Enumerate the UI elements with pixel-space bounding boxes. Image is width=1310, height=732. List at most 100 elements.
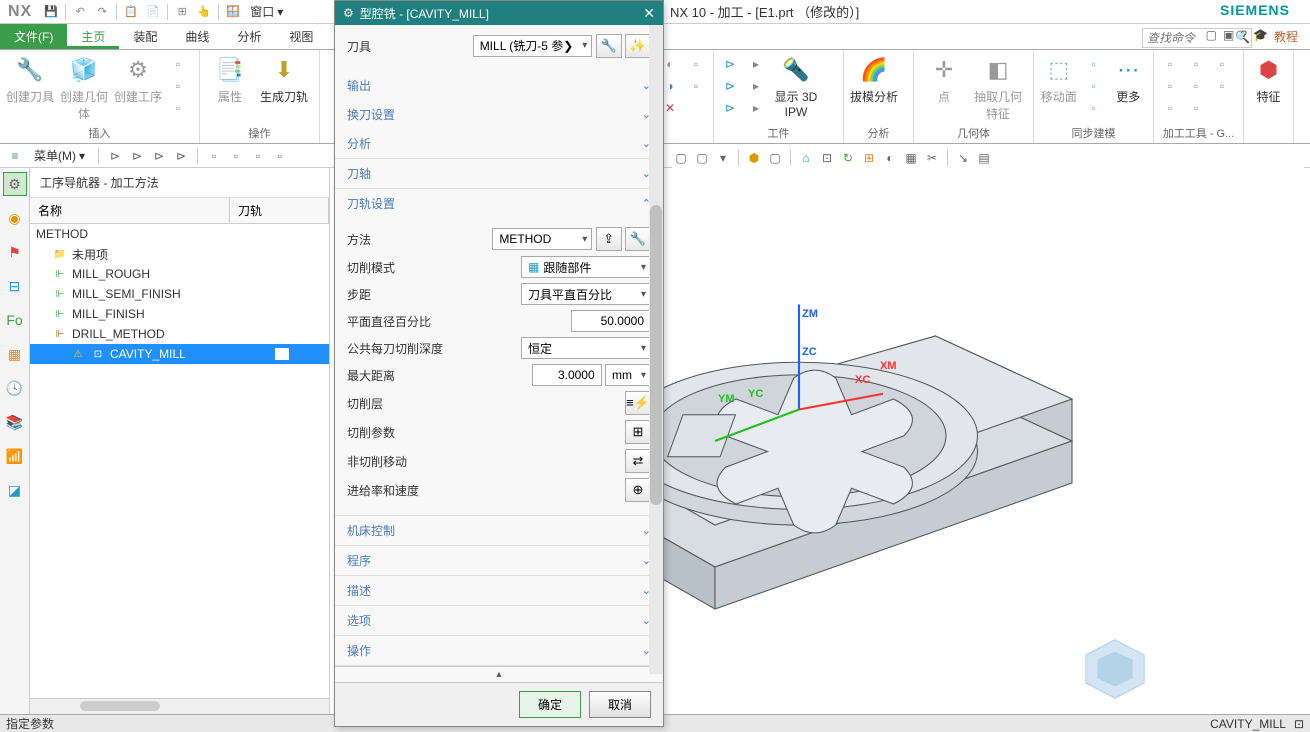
- tree-mill-finish[interactable]: ⊩MILL_FINISH: [30, 304, 329, 324]
- tab-home[interactable]: 主页: [67, 24, 119, 49]
- menu-icon[interactable]: ≡: [6, 147, 24, 165]
- wp-small-1[interactable]: ⊳: [720, 54, 740, 74]
- method-inherit-icon[interactable]: ⇪: [596, 227, 622, 251]
- window-icon[interactable]: 🪟: [223, 2, 243, 22]
- point-button[interactable]: ✛点: [920, 54, 968, 105]
- small-btn-1[interactable]: ▫: [168, 54, 188, 74]
- tb-i5[interactable]: ▫: [205, 147, 223, 165]
- vt-wire-icon[interactable]: ▦: [902, 149, 920, 167]
- tab-view[interactable]: 视图: [275, 24, 327, 49]
- common-depth-select[interactable]: 恒定: [521, 337, 651, 359]
- touch-icon[interactable]: 👆: [194, 2, 214, 22]
- create-geometry-button[interactable]: 🧊创建几何体: [60, 54, 108, 122]
- cancel-button[interactable]: 取消: [589, 691, 651, 718]
- vt-home-icon[interactable]: ⌂: [797, 149, 815, 167]
- section-path-settings[interactable]: 刀轨设置⌃: [335, 189, 663, 218]
- vt-arrow-icon[interactable]: ↘: [954, 149, 972, 167]
- cut-params-button[interactable]: ⊞: [625, 420, 651, 444]
- window-menu[interactable]: 窗口 ▾: [244, 1, 289, 22]
- flat-dia-input[interactable]: [571, 310, 651, 332]
- vt-rotate-icon[interactable]: ↻: [839, 149, 857, 167]
- vt-5[interactable]: ▢: [766, 149, 784, 167]
- rail-stack-icon[interactable]: ◪: [3, 478, 27, 502]
- tb-i6[interactable]: ▫: [227, 147, 245, 165]
- tree-mill-rough[interactable]: ⊩MILL_ROUGH: [30, 264, 329, 284]
- tab-curve[interactable]: 曲线: [171, 24, 223, 49]
- tb-i7[interactable]: ▫: [249, 147, 267, 165]
- rail-wifi-icon[interactable]: 📶: [3, 444, 27, 468]
- vt-fit-icon[interactable]: ⊡: [818, 149, 836, 167]
- sync-s3[interactable]: ▫: [1084, 98, 1104, 118]
- tb-i8[interactable]: ▫: [271, 147, 289, 165]
- tab-file[interactable]: 文件(F): [0, 24, 67, 49]
- layout1-icon[interactable]: ▢: [1206, 28, 1217, 45]
- rail-fo-icon[interactable]: Fo: [3, 308, 27, 332]
- method-select[interactable]: METHOD: [492, 228, 592, 250]
- small-btn-3[interactable]: ▫: [168, 98, 188, 118]
- rail-sheet-icon[interactable]: ▦: [3, 342, 27, 366]
- dialog-titlebar[interactable]: ⚙ 型腔铣 - [CAVITY_MILL] ✕: [335, 1, 663, 25]
- properties-button[interactable]: 📑属性: [206, 54, 254, 105]
- draft-analysis-button[interactable]: 🌈拔模分析: [850, 54, 898, 105]
- close-icon[interactable]: ✕: [643, 5, 655, 22]
- tb-i4[interactable]: ⊳: [172, 147, 190, 165]
- section-tool-axis[interactable]: 刀轴⌄: [335, 159, 663, 188]
- col-toolpath[interactable]: 刀轨: [230, 198, 329, 223]
- rail-history-icon[interactable]: 🕓: [3, 376, 27, 400]
- max-dist-unit-select[interactable]: mm: [605, 364, 651, 386]
- tool-s8[interactable]: ▫: [1212, 76, 1232, 96]
- col-name[interactable]: 名称: [30, 198, 230, 223]
- hat-icon[interactable]: 🎓: [1253, 28, 1268, 45]
- cut-pattern-select[interactable]: ▦跟随部件: [521, 256, 651, 278]
- tool-s2[interactable]: ▫: [1160, 76, 1180, 96]
- layout2-icon[interactable]: ▣: [1223, 28, 1234, 45]
- rail-hole-icon[interactable]: ◉: [3, 206, 27, 230]
- tree-unused[interactable]: 📁未用项: [30, 244, 329, 264]
- tool-s5[interactable]: ▫: [1186, 76, 1206, 96]
- show-3d-ipw-button[interactable]: 🔦显示 3D IPW: [772, 54, 820, 119]
- tool-s4[interactable]: ▫: [1186, 54, 1206, 74]
- rail-tree-icon[interactable]: ⊟: [3, 274, 27, 298]
- tool-s6[interactable]: ▫: [1186, 98, 1206, 118]
- rail-flag-icon[interactable]: ⚑: [3, 240, 27, 264]
- menu-button[interactable]: 菜单(M) ▾: [28, 145, 91, 166]
- section-output[interactable]: 输出⌄: [335, 71, 663, 100]
- vt-2[interactable]: ▢: [693, 149, 711, 167]
- cut-levels-button[interactable]: ≡⚡: [625, 391, 651, 415]
- vt-1[interactable]: ▢: [672, 149, 690, 167]
- dialog-scrollbar[interactable]: [649, 25, 663, 674]
- generate-toolpath-button[interactable]: ⬇生成刀轨: [260, 54, 308, 105]
- tree-drill[interactable]: ⊩DRILL_METHOD: [30, 324, 329, 344]
- wp-arrow-1[interactable]: ▸: [746, 54, 766, 74]
- tool-s1[interactable]: ▫: [1160, 54, 1180, 74]
- vt-clip-icon[interactable]: ✂: [923, 149, 941, 167]
- method-edit-icon[interactable]: 🔧: [625, 227, 651, 251]
- nav-hscroll[interactable]: [30, 698, 329, 714]
- paste-icon[interactable]: 📄: [143, 2, 163, 22]
- op-small-4[interactable]: ▫: [686, 54, 706, 74]
- redo-icon[interactable]: ↷: [92, 2, 112, 22]
- tree-cavity-mill[interactable]: ⚠ ⊡ CAVITY_MILL: [30, 344, 329, 364]
- feature-button[interactable]: ⬢特征: [1250, 54, 1287, 105]
- rail-books-icon[interactable]: 📚: [3, 410, 27, 434]
- section-analysis[interactable]: 分析⌄: [335, 129, 663, 158]
- stepover-select[interactable]: 刀具平直百分比: [521, 283, 651, 305]
- sync-s1[interactable]: ▫: [1084, 54, 1104, 74]
- dialog-collapse-handle[interactable]: ▴: [335, 666, 663, 682]
- section-machine-control[interactable]: 机床控制⌄: [335, 516, 663, 545]
- vt-cube-icon[interactable]: ⬢: [745, 149, 763, 167]
- tool-edit-icon[interactable]: 🔧: [596, 34, 622, 58]
- ok-button[interactable]: 确定: [519, 691, 581, 718]
- wp-small-2[interactable]: ⊳: [720, 76, 740, 96]
- tool-new-icon[interactable]: ✨: [625, 34, 651, 58]
- tool-select[interactable]: MILL (铣刀-5 参❯: [473, 35, 593, 57]
- copy-icon[interactable]: 📋: [121, 2, 141, 22]
- vt-shade-icon[interactable]: ◐: [881, 149, 899, 167]
- more-button[interactable]: ⋯更多: [1110, 54, 1148, 105]
- feeds-button[interactable]: ⊕: [625, 478, 651, 502]
- section-description[interactable]: 描述⌄: [335, 576, 663, 605]
- vt-3[interactable]: ▾: [714, 149, 732, 167]
- wp-arrow-3[interactable]: ▸: [746, 98, 766, 118]
- grid-icon[interactable]: ⊞: [172, 2, 192, 22]
- op-small-5[interactable]: ▫: [686, 76, 706, 96]
